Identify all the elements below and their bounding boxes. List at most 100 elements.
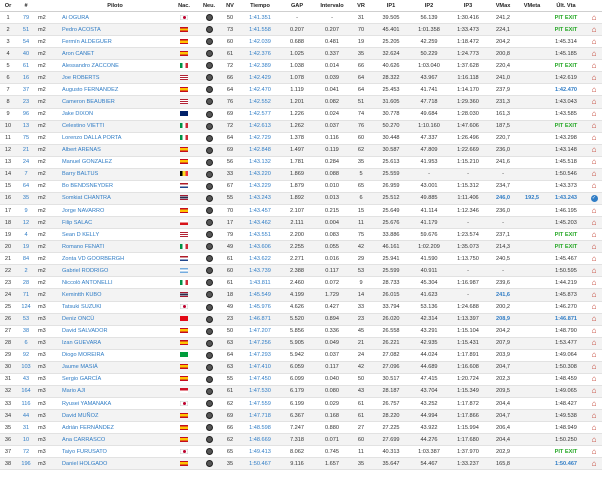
col-header[interactable]: IP1	[372, 0, 410, 12]
table-row[interactable]: 1 79 m2 Ai OGURA 50 1:41.351- -31 39.505 56.139 1…	[0, 11, 602, 25]
table-row[interactable]: 32 164 m3 Mario AJI 61 1:47.530 6.179 0.080 43 28…	[0, 385, 602, 399]
cell-rider-name[interactable]: Alessandro ZACCONE	[60, 59, 170, 73]
table-row[interactable]: 4 40 m2 Aron CANET 61 1:42.376 1.025 0.337 35 32.…	[0, 47, 602, 61]
cell-rider-name[interactable]: Daniel HOLGADO	[60, 457, 170, 471]
table-row[interactable]: 18 12 m2 Filip SALAC 17 1:43.462 2.111 0.004 11 2…	[0, 216, 602, 230]
cell-rider-name[interactable]: Diogo MOREIRA	[60, 349, 170, 362]
cell-rider-name[interactable]: Niccolò ANTONELLI	[60, 276, 170, 290]
col-header[interactable]: VR	[350, 0, 372, 12]
cell-rider-name[interactable]: Tatsuki SUZUKI	[60, 301, 170, 314]
cell-rider-name[interactable]: Augusto FERNANDEZ	[60, 83, 170, 97]
table-row[interactable]: 26 53 m3 Deniz ONCÜ 23 1:46.871 5.520 0.894 23 26…	[0, 313, 602, 326]
cell-rider-name[interactable]: Pedro ACOSTA	[60, 23, 170, 37]
col-header[interactable]: Últ. Vta	[546, 0, 586, 12]
col-header[interactable]: Tiempo	[240, 0, 280, 12]
col-header[interactable]: NV	[220, 0, 240, 12]
cell-best-lap: 76	[350, 120, 372, 133]
cell-rider-name[interactable]: Mario AJI	[60, 385, 170, 399]
col-header[interactable]: Or	[0, 0, 16, 12]
cell-rider-name[interactable]: Albert ARENAS	[60, 144, 170, 157]
cell-rider-name[interactable]: Ana CARRASCO	[60, 433, 170, 447]
table-row[interactable]: 31 43 m3 Sergio GARCÍA 55 1:47.450 6.099 0.040 5…	[0, 373, 602, 386]
cell-rider-name[interactable]: Ai OGURA	[60, 11, 170, 25]
cell-rider-name[interactable]: Ryusei YAMANAKA	[60, 397, 170, 411]
cell-rider-name[interactable]: Somkiat CHANTRA	[60, 192, 170, 206]
table-row[interactable]: 28 6 m3 Izan GUEVARA 63 1:47.256 5.905 0.049 21 2…	[0, 337, 602, 350]
table-row[interactable]: 5 61 m2 Alessandro ZACCONE 72 1:42.389 1.038 0.…	[0, 59, 602, 73]
cell-rider-name[interactable]: Deniz ONCÜ	[60, 313, 170, 326]
table-row[interactable]: 20 19 m2 Romano FENATI 49 1:43.606 2.255 0.055 4…	[0, 240, 602, 254]
table-row[interactable]: 21 84 m2 Zonta VD GOORBERGH 61 1:43.622 2.271 0…	[0, 252, 602, 266]
col-header[interactable]: VMax	[488, 0, 518, 12]
cell-rider-name[interactable]: Lorenzo DALLA PORTA	[60, 132, 170, 145]
table-row[interactable]: 12 21 m2 Albert ARENAS 69 1:42.848 1.497 0.119 6…	[0, 144, 602, 157]
table-row[interactable]: 30 103 m3 Jaume MASIÁ 63 1:47.410 6.059 0.117 42…	[0, 361, 602, 374]
cell-interval: 0.037	[314, 120, 350, 133]
cell-interval: 1.657	[314, 457, 350, 471]
table-row[interactable]: 37 72 m3 Taiyo FURUSATO 65 1:49.413 8.062 0.745…	[0, 445, 602, 459]
cell-rider-name[interactable]: Kemintth KUBO	[60, 288, 170, 302]
col-header[interactable]: #	[16, 0, 36, 12]
flag-icon	[180, 376, 188, 382]
cell-laps: 50	[220, 11, 240, 25]
cell-rider-name[interactable]: Fermín ALDEGUER	[60, 35, 170, 49]
cell-rider-name[interactable]: Cameron BEAUBIER	[60, 95, 170, 109]
cell-rider-name[interactable]: Taiyo FURUSATO	[60, 445, 170, 459]
cell-rider-name[interactable]: Zonta VD GOORBERGH	[60, 252, 170, 266]
table-row[interactable]: 29 92 m3 Diogo MOREIRA 64 1:47.293 5.942 0.037 2…	[0, 349, 602, 362]
table-row[interactable]: 38 196 m3 Daniel HOLGADO 35 1:50.467 9.116 1.65…	[0, 457, 602, 471]
table-row[interactable]: 19 4 m2 Sean D KELLY 79 1:43.551 2.200 0.083 75 3…	[0, 228, 602, 242]
cell-split-3: 1:15.349	[448, 385, 488, 399]
table-row[interactable]: 11 75 m2 Lorenzo DALLA PORTA 64 1:42.729 1.378…	[0, 132, 602, 145]
table-row[interactable]: 13 24 m2 Manuel GONZALEZ 56 1:43.132 1.781 0.28…	[0, 156, 602, 169]
col-header[interactable]: VMeta	[518, 0, 546, 12]
table-row[interactable]: 7 37 m2 Augusto FERNANDEZ 64 1:42.470 1.119 0.0…	[0, 83, 602, 97]
cell-rider-name[interactable]: Barry BALTUS	[60, 168, 170, 181]
cell-rider-name[interactable]: Sergio GARCÍA	[60, 373, 170, 386]
col-header[interactable]: Nac.	[170, 0, 198, 12]
table-row[interactable]: 9 96 m2 Jake DIXON 69 1:42.577 1.226 0.024 74 30.…	[0, 108, 602, 121]
cell-rider-name[interactable]: Izan GUEVARA	[60, 337, 170, 350]
cell-rider-name[interactable]: David SALVADOR	[60, 325, 170, 338]
table-row[interactable]: 17 9 m2 Jorge NAVARRO 70 1:43.457 2.107 0.215 15…	[0, 204, 602, 218]
col-header[interactable]: IP3	[448, 0, 488, 12]
col-header[interactable]: Intervalo	[314, 0, 350, 12]
table-row[interactable]: 3 54 m2 Fermín ALDEGUER 60 1:42.039 0.688 0.481…	[0, 35, 602, 49]
cell-rider-name[interactable]: David MUÑOZ	[60, 409, 170, 423]
col-header[interactable]: GAP	[280, 0, 314, 12]
col-header[interactable]: IP2	[410, 0, 448, 12]
table-row[interactable]: 23 28 m2 Niccolò ANTONELLI 61 1:43.811 2.460 0.…	[0, 276, 602, 290]
cell-rider-name[interactable]: Sean D KELLY	[60, 228, 170, 242]
cell-gap: 0.688	[280, 35, 314, 49]
table-row[interactable]: 10 13 m2 Celestino VIETTI 72 1:42.613 1.262 0.0…	[0, 120, 602, 133]
table-row[interactable]: 16 35 m2 Somkiat CHANTRA 55 1:43.243 1.892 0.01…	[0, 192, 602, 206]
cell-rider-name[interactable]: Gabriel RODRIGO	[60, 264, 170, 278]
table-row[interactable]: 22 2 m2 Gabriel RODRIGO 60 1:43.739 2.388 0.117…	[0, 264, 602, 278]
table-row[interactable]: 25 124 m3 Tatsuki SUZUKI 49 1:45.976 4.626 0.42…	[0, 301, 602, 314]
table-row[interactable]: 33 116 m3 Ryusei YAMANAKA 62 1:47.559 6.199 0.0…	[0, 397, 602, 411]
cell-rider-name[interactable]: Adrián FERNÁNDEZ	[60, 421, 170, 435]
table-row[interactable]: 6 16 m2 Joe ROBERTS 66 1:42.429 1.078 0.039 64 28…	[0, 71, 602, 85]
table-row[interactable]: 2 51 m2 Pedro ACOSTA 73 1:41.558 0.207 0.207 70 4…	[0, 23, 602, 37]
table-row[interactable]: 24 71 m2 Kemintth KUBO 18 1:45.549 4.199 1.729 1…	[0, 288, 602, 302]
cell-rider-name[interactable]: Joe ROBERTS	[60, 71, 170, 85]
tyre-icon	[205, 122, 213, 130]
cell-rider-name[interactable]: Aron CANET	[60, 47, 170, 61]
table-row[interactable]: 35 31 m3 Adrián FERNÁNDEZ 66 1:48.598 7.247 0.8…	[0, 421, 602, 435]
table-row[interactable]: 36 10 m3 Ana CARRASCO 62 1:48.669 7.318 0.071 60…	[0, 433, 602, 447]
table-row[interactable]: 34 44 m3 David MUÑOZ 69 1:47.718 6.367 0.168 61 2…	[0, 409, 602, 423]
cell-rider-name[interactable]: Romano FENATI	[60, 240, 170, 254]
col-header[interactable]: Piloto	[60, 0, 170, 12]
cell-rider-name[interactable]: Jaume MASIÁ	[60, 361, 170, 374]
col-header[interactable]: Neu.	[198, 0, 220, 12]
table-row[interactable]: 8 23 m2 Cameron BEAUBIER 76 1:42.552 1.201 0.08…	[0, 95, 602, 109]
cell-rider-name[interactable]: Jorge NAVARRO	[60, 204, 170, 218]
cell-rider-name[interactable]: Filip SALAC	[60, 216, 170, 230]
cell-rider-name[interactable]: Bo BENDSNEYDER	[60, 180, 170, 193]
cell-rider-name[interactable]: Celestino VIETTI	[60, 120, 170, 133]
table-row[interactable]: 15 64 m2 Bo BENDSNEYDER 67 1:43.229 1.879 0.010…	[0, 180, 602, 193]
cell-rider-name[interactable]: Jake DIXON	[60, 108, 170, 121]
table-row[interactable]: 27 38 m3 David SALVADOR 50 1:47.207 5.856 0.336…	[0, 325, 602, 338]
table-row[interactable]: 14 7 m2 Barry BALTUS 33 1:43.220 1.869 0.088 5 25…	[0, 168, 602, 181]
cell-rider-name[interactable]: Manuel GONZALEZ	[60, 156, 170, 169]
